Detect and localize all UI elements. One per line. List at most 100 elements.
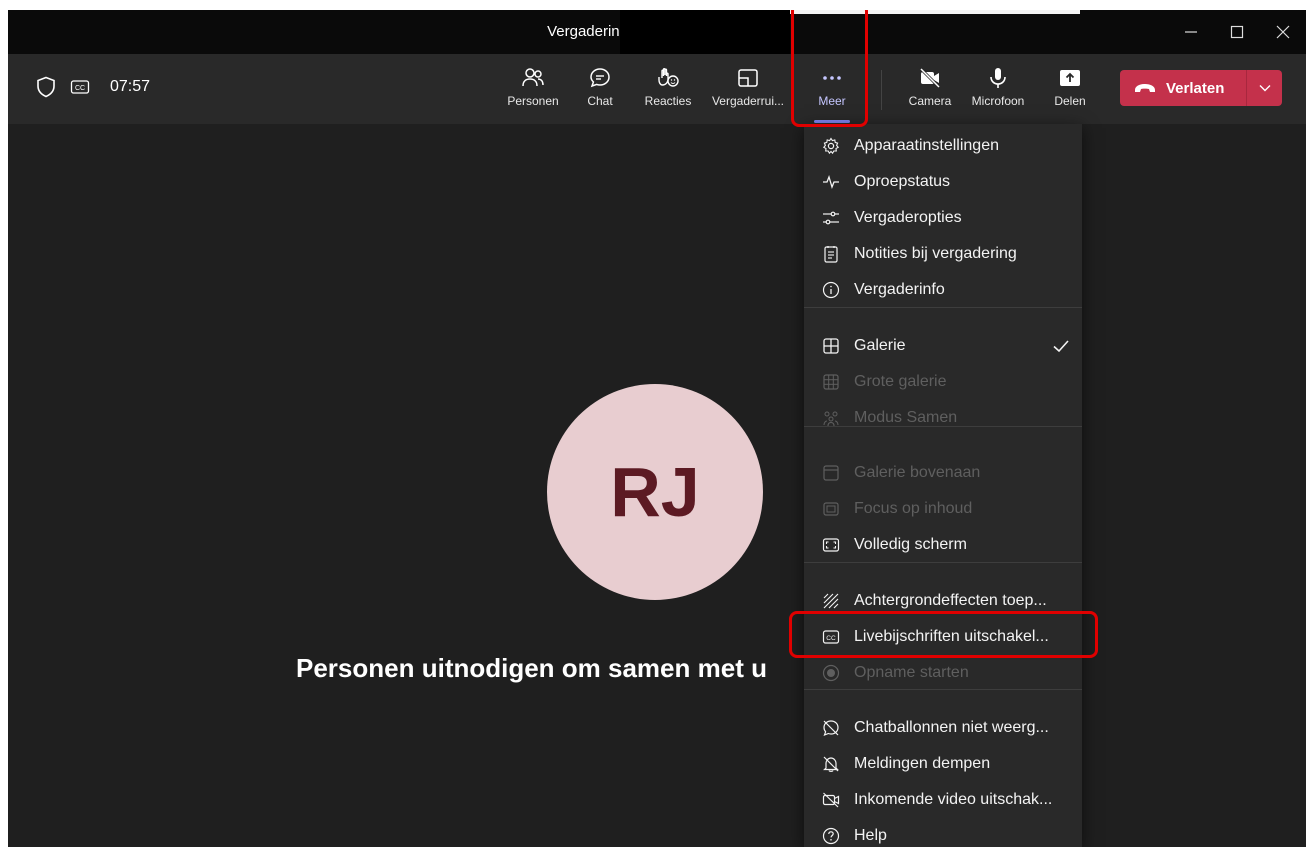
menu-item-gallery-top: Galerie bovenaan bbox=[804, 455, 1082, 491]
large-grid-icon bbox=[823, 374, 839, 390]
share-label: Delen bbox=[1054, 94, 1086, 108]
menu-item-gear[interactable]: Apparaatinstellingen bbox=[804, 128, 1082, 164]
menu-item-label: Meldingen dempen bbox=[854, 755, 991, 772]
bell-off-icon bbox=[823, 756, 839, 772]
meeting-timer: 07:57 bbox=[110, 78, 151, 95]
svg-text:CC: CC bbox=[75, 85, 85, 92]
hang-up-icon bbox=[1135, 84, 1155, 92]
menu-item-label: Chatballonnen niet weerg... bbox=[854, 719, 1049, 736]
chat-icon bbox=[590, 68, 610, 88]
menu-item-label: Vergaderinfo bbox=[854, 281, 945, 298]
reactions-label: Reacties bbox=[644, 94, 692, 108]
grid-icon bbox=[823, 338, 839, 354]
focus-icon bbox=[823, 502, 839, 516]
invite-people-text: Personen uitnodigen om samen met u bbox=[296, 653, 767, 683]
close-window-button[interactable] bbox=[1260, 10, 1306, 54]
highlight-captions-item bbox=[789, 611, 1098, 658]
microphone-button[interactable]: Microfoon bbox=[965, 66, 1031, 120]
menu-item-label: Galerie bbox=[854, 337, 906, 354]
people-icon bbox=[522, 68, 544, 87]
menu-item-chat-bubble-off[interactable]: Chatballonnen niet weerg... bbox=[804, 710, 1082, 746]
menu-item-label: Apparaatinstellingen bbox=[854, 137, 999, 154]
menu-item-notes[interactable]: Notities bij vergadering bbox=[804, 236, 1082, 272]
menu-item-label: Volledig scherm bbox=[854, 536, 967, 553]
menu-item-label: Galerie bovenaan bbox=[854, 464, 981, 481]
menu-item-grid[interactable]: Galerie bbox=[804, 328, 1082, 364]
minimize-button[interactable] bbox=[1168, 10, 1214, 54]
menu-item-video-off[interactable]: Inkomende video uitschak... bbox=[804, 782, 1082, 818]
menu-item-label: Inkomende video uitschak... bbox=[854, 791, 1053, 808]
menu-item-label: Grote galerie bbox=[854, 373, 947, 390]
chat-bubble-off-icon bbox=[823, 720, 839, 737]
teams-meeting-window: Vergadering CC 07:57 Personen Chat React… bbox=[8, 10, 1306, 847]
title-bar: Vergadering bbox=[8, 10, 1306, 54]
raise-hand-icon bbox=[658, 68, 679, 87]
shield-icon[interactable] bbox=[36, 76, 56, 98]
background-effects-icon bbox=[823, 593, 839, 609]
close-icon bbox=[1276, 25, 1290, 39]
menu-item-pulse[interactable]: Oproepstatus bbox=[804, 164, 1082, 200]
breakout-rooms-icon bbox=[738, 69, 758, 87]
people-button[interactable]: Personen bbox=[505, 66, 561, 120]
menu-item-label: Oproepstatus bbox=[854, 173, 951, 190]
minimize-icon bbox=[1185, 31, 1197, 33]
share-screen-icon bbox=[1060, 70, 1080, 86]
reactions-button[interactable]: Reacties bbox=[641, 66, 695, 120]
menu-item-bell-off[interactable]: Meldingen dempen bbox=[804, 746, 1082, 782]
menu-item-label: Focus op inhoud bbox=[854, 500, 973, 517]
menu-item-label: Help bbox=[854, 827, 887, 844]
toolbar-separator bbox=[881, 70, 882, 110]
title-bar-redacted-area bbox=[620, 10, 790, 54]
menu-item-fullscreen[interactable]: Volledig scherm bbox=[804, 527, 1082, 563]
video-off-icon bbox=[822, 792, 840, 808]
menu-divider bbox=[804, 562, 1082, 563]
leave-options-button[interactable] bbox=[1247, 70, 1282, 106]
leave-button[interactable]: Verlaten bbox=[1120, 70, 1246, 106]
menu-item-together: Modus Samen bbox=[804, 400, 1082, 436]
leave-button-group: Verlaten bbox=[1120, 70, 1282, 106]
menu-divider bbox=[804, 426, 1082, 427]
menu-item-sliders[interactable]: Vergaderopties bbox=[804, 200, 1082, 236]
maximize-button[interactable] bbox=[1214, 10, 1260, 54]
leave-label: Verlaten bbox=[1166, 79, 1225, 97]
menu-divider bbox=[804, 307, 1082, 308]
menu-item-info[interactable]: Vergaderinfo bbox=[804, 272, 1082, 308]
menu-divider bbox=[804, 689, 1082, 690]
microphone-label: Microfoon bbox=[971, 94, 1025, 108]
menu-item-large-grid: Grote galerie bbox=[804, 364, 1082, 400]
people-label: Personen bbox=[507, 94, 559, 108]
info-icon bbox=[822, 281, 840, 299]
menu-item-record: Opname starten bbox=[804, 655, 1082, 691]
together-icon bbox=[823, 411, 839, 427]
breakout-rooms-button[interactable]: Vergaderrui... bbox=[708, 66, 788, 120]
help-icon bbox=[822, 827, 840, 845]
gear-icon bbox=[822, 137, 840, 155]
chat-label: Chat bbox=[587, 94, 613, 108]
chevron-down-icon bbox=[1259, 85, 1270, 92]
window-title: Vergadering bbox=[547, 23, 628, 40]
checkmark-icon bbox=[1053, 340, 1069, 353]
record-icon bbox=[822, 664, 840, 682]
breakout-rooms-label: Vergaderrui... bbox=[711, 94, 785, 108]
microphone-icon bbox=[990, 68, 1006, 88]
notes-icon bbox=[824, 246, 838, 263]
menu-item-label: Achtergrondeffecten toep... bbox=[854, 592, 1047, 609]
meeting-status-area: CC 07:57 bbox=[36, 76, 150, 98]
more-options-menu: Apparaatinstellingen Oproepstatus Vergader… bbox=[804, 124, 1082, 847]
chat-button[interactable]: Chat bbox=[578, 66, 622, 120]
share-button[interactable]: Delen bbox=[1048, 66, 1092, 120]
fullscreen-icon bbox=[822, 538, 840, 552]
cc-icon[interactable]: CC bbox=[70, 79, 90, 95]
menu-item-label: Modus Samen bbox=[854, 409, 958, 426]
menu-item-label: Vergaderopties bbox=[854, 209, 962, 226]
pulse-icon bbox=[823, 175, 839, 189]
camera-button[interactable]: Camera bbox=[903, 66, 957, 120]
menu-item-help[interactable]: Help bbox=[804, 818, 1082, 847]
menu-item-focus: Focus op inhoud bbox=[804, 491, 1082, 527]
sliders-icon bbox=[823, 211, 839, 225]
camera-label: Camera bbox=[908, 94, 952, 108]
camera-off-icon bbox=[919, 67, 941, 89]
maximize-icon bbox=[1230, 25, 1244, 39]
menu-item-label: Opname starten bbox=[854, 664, 969, 681]
highlight-more-button bbox=[791, 10, 868, 127]
